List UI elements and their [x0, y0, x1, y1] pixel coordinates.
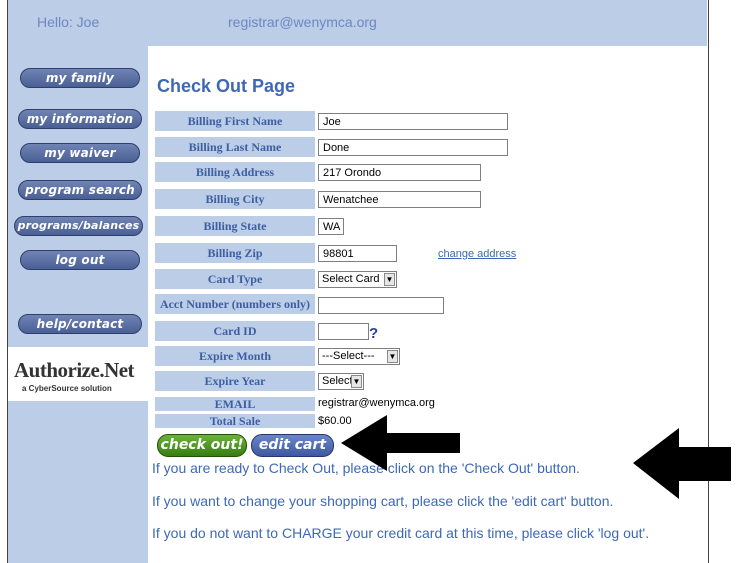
arrow-left-icon: [341, 415, 460, 471]
annotation-arrows: [341, 415, 731, 499]
arrow-left-icon: [633, 428, 731, 499]
